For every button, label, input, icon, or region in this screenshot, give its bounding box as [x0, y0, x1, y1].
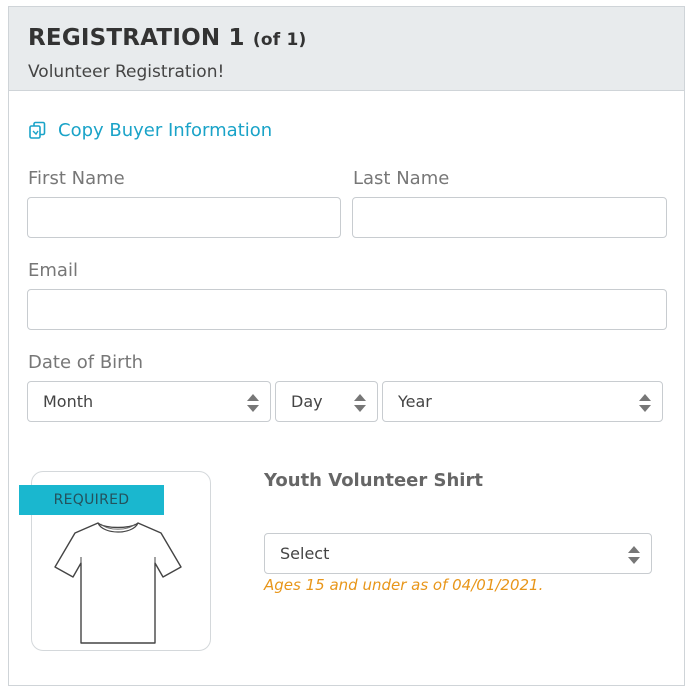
copy-icon [29, 121, 46, 139]
shirt-size-select[interactable]: Select [264, 533, 652, 574]
first-name-label: First Name [28, 168, 125, 189]
select-arrows-icon [628, 546, 640, 564]
dob-month-select[interactable]: Month [27, 381, 271, 422]
registration-count: (of 1) [252, 30, 307, 50]
first-name-input[interactable] [27, 197, 341, 238]
registration-card: REGISTRATION 1 (of 1) Volunteer Registra… [8, 6, 685, 686]
registration-subtitle: Volunteer Registration! [28, 62, 225, 82]
email-label: Email [28, 260, 78, 281]
select-arrows-icon [247, 394, 259, 412]
shirt-size-value: Select [280, 544, 330, 563]
copy-buyer-info-link[interactable]: Copy Buyer Information [28, 120, 272, 141]
dob-month-value: Month [43, 392, 94, 411]
email-input[interactable] [27, 289, 667, 330]
dob-year-select[interactable]: Year [382, 381, 663, 422]
copy-buyer-info-label: Copy Buyer Information [58, 120, 273, 141]
shirt-title: Youth Volunteer Shirt [264, 470, 483, 491]
t-shirt-icon [54, 522, 182, 644]
last-name-input[interactable] [352, 197, 667, 238]
registration-title-text: REGISTRATION 1 [28, 25, 245, 51]
last-name-label: Last Name [353, 168, 450, 189]
age-note: Ages 15 and under as of 04/01/2021. [264, 576, 544, 594]
dob-year-value: Year [398, 392, 432, 411]
dob-day-value: Day [291, 392, 323, 411]
dob-day-select[interactable]: Day [275, 381, 378, 422]
required-badge: REQUIRED [19, 485, 164, 515]
select-arrows-icon [639, 394, 651, 412]
select-arrows-icon [354, 394, 366, 412]
registration-header: REGISTRATION 1 (of 1) Volunteer Registra… [9, 7, 684, 91]
registration-title: REGISTRATION 1 (of 1) [28, 25, 306, 51]
dob-label: Date of Birth [28, 352, 144, 373]
